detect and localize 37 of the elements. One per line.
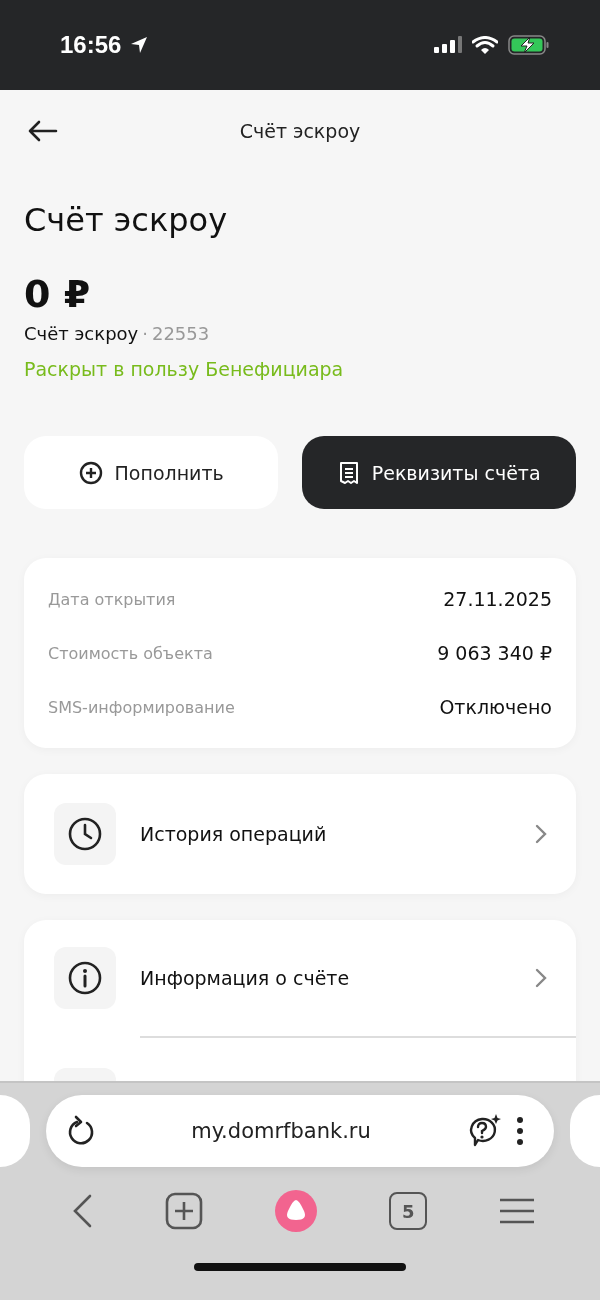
chevron-right-icon bbox=[534, 823, 548, 845]
separator-dot: · bbox=[142, 322, 148, 346]
new-tab-icon[interactable] bbox=[164, 1192, 203, 1230]
account-name: Счёт эскроу bbox=[24, 322, 139, 346]
back-arrow-icon[interactable] bbox=[26, 119, 58, 143]
details-button[interactable]: Реквизиты счёта bbox=[302, 436, 576, 509]
location-arrow-icon bbox=[129, 35, 150, 55]
clock-icon bbox=[67, 816, 103, 852]
detail-label: Дата открытия bbox=[48, 589, 176, 609]
detail-label: Стоимость объекта bbox=[48, 643, 213, 663]
chevron-right-icon bbox=[534, 967, 548, 989]
top-up-button[interactable]: Пополнить bbox=[24, 436, 279, 509]
battery-charging-icon bbox=[508, 35, 550, 55]
menu-item[interactable]: История операций bbox=[24, 774, 576, 894]
detail-value: Отключено bbox=[439, 696, 552, 718]
info-icon bbox=[67, 960, 103, 996]
menu-item[interactable]: Информация о счёте bbox=[24, 920, 576, 1036]
signal-icon bbox=[434, 36, 462, 54]
clock: 16:56 bbox=[60, 31, 122, 59]
account-title: Счёт эскроу bbox=[24, 200, 229, 240]
account-status: Раскрыт в пользу Бенефициара bbox=[24, 357, 345, 382]
receipt-icon bbox=[337, 460, 360, 485]
account-number: 22553 bbox=[151, 322, 210, 346]
detail-label: SMS-информирование bbox=[48, 697, 235, 717]
detail-value: 27.11.2025 bbox=[443, 588, 552, 610]
menu-icon[interactable] bbox=[498, 1197, 537, 1225]
detail-value: 9 063 340 ₽ bbox=[437, 642, 552, 664]
balance: 0 ₽ bbox=[24, 272, 92, 316]
url-text: my.domrfbank.ru bbox=[190, 1119, 372, 1143]
tabs-count-button[interactable]: 5 bbox=[389, 1192, 428, 1230]
plus-circle-icon bbox=[78, 460, 103, 485]
address-bar[interactable]: my.domrfbank.ru bbox=[46, 1095, 554, 1167]
page-title: Счёт эскроу bbox=[239, 120, 361, 142]
wifi-icon bbox=[472, 35, 498, 55]
more-icon[interactable] bbox=[516, 1116, 524, 1146]
assistant-icon[interactable] bbox=[273, 1189, 318, 1233]
reload-icon[interactable] bbox=[66, 1115, 96, 1147]
